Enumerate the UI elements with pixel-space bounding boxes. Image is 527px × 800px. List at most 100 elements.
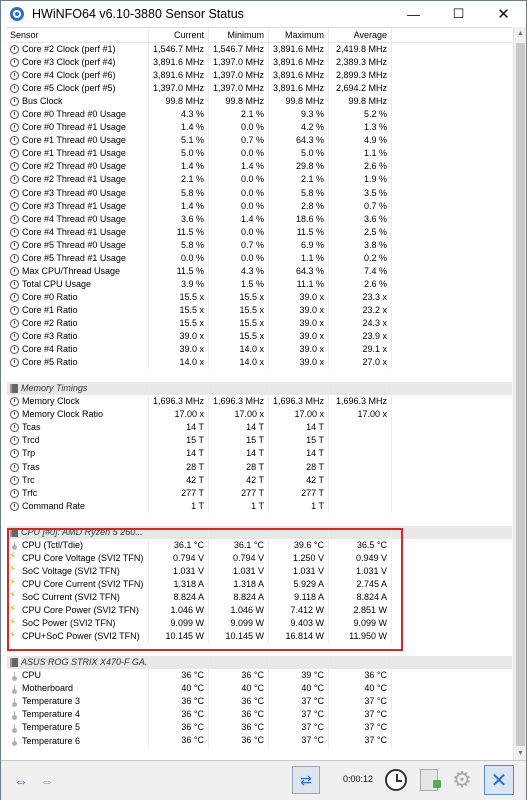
row-filler (392, 317, 512, 330)
row-filler (392, 487, 512, 500)
table-row[interactable]: Memory Clock Ratio 17.00 x 17.00 x 17.00 x1… (7, 408, 512, 422)
table-row[interactable]: Core #5 Thread #0 Usage 5.8 % 0.7 % 6.9 % 3.… (7, 238, 512, 252)
sensor-name-cell: CPU Core Power (SVI2 TFN) (7, 604, 149, 618)
clock-icon (10, 214, 19, 224)
column-header-current[interactable]: Current (149, 28, 209, 42)
current-value: 14.0 x (149, 356, 209, 370)
column-header-minimum[interactable]: Minimum (209, 28, 269, 42)
table-row[interactable]: Trp 14 T 14 T 14 T (7, 447, 512, 461)
table-row[interactable]: Core #4 Thread #0 Usage 3.6 % 1.4 % 18.6 % 3… (7, 212, 512, 226)
row-filler (392, 630, 512, 643)
table-row[interactable]: Temperature 3 36 °C 36 °C 37 °C 37 °C (7, 695, 512, 709)
table-row[interactable]: CPU (Tctl/Tdie) 36.1 °C 36.1 °C 39.6 °C 36.5… (7, 538, 512, 552)
table-row[interactable]: CPU 36 °C 36 °C 39 °C 36 °C (7, 669, 512, 683)
average-value: 8.824 A (329, 590, 392, 605)
table-row[interactable]: Trc 42 T 42 T 42 T (7, 473, 512, 487)
table-row[interactable]: CPU Core Current (SVI2 TFN) 1.318 A1.318 … (7, 577, 512, 591)
table-row[interactable]: CPU+SoC Power (SVI2 TFN) 10.145 W10.145 W… (7, 630, 512, 644)
sensor-group-header[interactable]: ASUS ROG STRIX X470-F GA... (7, 656, 512, 670)
sensor-group-header[interactable]: Memory Timings (7, 382, 512, 396)
table-row[interactable]: Core #2 Clock (perf #1) 1,546.7 MHz 1,546.… (7, 43, 512, 57)
row-filler (392, 330, 512, 343)
title-bar[interactable]: HWiNFO64 v6.10-3880 Sensor Status — ☐ ✕ (1, 1, 526, 27)
table-row[interactable]: Temperature 4 36 °C 36 °C 37 °C 37 °C (7, 708, 512, 722)
table-row[interactable]: Core #4 Clock (perf #6) 3,891.6 MHz 1,397.… (7, 69, 512, 83)
table-row[interactable]: Trfc 277 T 277 T 277 T (7, 486, 512, 500)
maximum-value: 14 T (269, 447, 329, 461)
table-row[interactable]: Core #2 Thread #1 Usage 2.1 % 0.0 % 2.1 % 1.… (7, 173, 512, 187)
maximum-value: 1 T (269, 499, 329, 513)
table-row[interactable]: Total CPU Usage 3.9 % 1.5 % 11.1 % 2.6 % (7, 277, 512, 291)
table-row[interactable]: Temperature 6 36 °C 36 °C 37 °C 37 °C (7, 734, 512, 748)
average-value: 37 °C (329, 708, 392, 722)
scroll-up-arrow-icon[interactable]: ▲ (514, 27, 527, 40)
sensor-group-header[interactable]: CPU [#0]: AMD Ryzen 5 260... (7, 525, 512, 539)
close-sensors-icon[interactable]: ✕ (484, 765, 514, 795)
network-sensors-icon[interactable]: ⇄ (292, 766, 320, 794)
table-row[interactable]: Bus Clock 99.8 MHz 99.8 MHz 99.8 MHz 99.8 MH… (7, 95, 512, 109)
table-row[interactable]: CPU Core Voltage (SVI2 TFN) 0.794 V0.794 … (7, 551, 512, 565)
table-row[interactable]: Max CPU/Thread Usage 11.5 % 4.3 % 64.3 % 7.4… (7, 264, 512, 278)
maximum-value: 7.412 W (269, 604, 329, 618)
sensor-table[interactable]: Sensor Current Minimum Maximum Average C… (7, 27, 512, 760)
table-row[interactable]: Core #5 Thread #1 Usage 0.0 % 0.0 % 1.1 % 0.… (7, 251, 512, 265)
vertical-scrollbar[interactable]: ▲ ▼ (513, 27, 526, 760)
table-row[interactable]: Core #3 Ratio 39.0 x 15.5 x 39.0 x 23.9 x (7, 330, 512, 344)
table-row[interactable]: Core #3 Thread #1 Usage 1.4 % 0.0 % 2.8 % 0.… (7, 199, 512, 213)
table-row[interactable]: SoC Power (SVI2 TFN)9.099 W9.099 W9.403 … (7, 617, 512, 631)
column-header-average[interactable]: Average (329, 28, 392, 42)
table-row[interactable]: Tras 28 T 28 T 28 T (7, 460, 512, 474)
table-row[interactable]: Core #4 Ratio 39.0 x 14.0 x 39.0 x 29.1 x (7, 343, 512, 357)
sensor-name-cell: SoC Current (SVI2 TFN) (7, 590, 149, 605)
table-row[interactable]: Core #5 Ratio 14.0 x 14.0 x 39.0 x 27.0 x (7, 356, 512, 370)
average-value: 17.00 x (329, 408, 392, 422)
clock-icon (10, 266, 19, 276)
column-header-sensor[interactable]: Sensor (7, 28, 149, 42)
average-value: 1.031 V (329, 564, 392, 578)
table-row[interactable]: CPU Core Power (SVI2 TFN)1.046 W1.046 W7… (7, 604, 512, 618)
table-row[interactable]: Motherboard 40 °C 40 °C 40 °C 40 °C (7, 682, 512, 696)
sensor-label: Command Rate (22, 500, 86, 511)
table-row[interactable]: Core #1 Ratio 15.5 x 15.5 x 39.0 x 23.2 x (7, 303, 512, 317)
scrollbar-thumb[interactable] (516, 43, 525, 746)
minimum-value: 15 T (209, 434, 269, 448)
minimize-button[interactable]: — (391, 1, 436, 27)
table-row[interactable]: Temperature 5 36 °C 36 °C 37 °C 37 °C (7, 721, 512, 735)
table-row[interactable]: Core #3 Clock (perf #4) 3,891.6 MHz 1,397.… (7, 56, 512, 70)
table-row[interactable]: Core #0 Thread #1 Usage 1.4 % 0.0 % 4.2 % 1.… (7, 121, 512, 135)
settings-gear-icon[interactable]: ⚙ (448, 766, 476, 794)
table-row[interactable]: Command Rate 1 T1 T1 T (7, 499, 512, 513)
scroll-down-arrow-icon[interactable]: ▼ (514, 747, 527, 760)
table-row[interactable]: SoC Voltage (SVI2 TFN)1.031 V1.031 V1.03… (7, 564, 512, 578)
table-row[interactable]: Core #1 Thread #0 Usage 5.1 % 0.7 % 64.3 % 4… (7, 134, 512, 148)
sensor-name-cell: Core #5 Clock (perf #5) (7, 82, 149, 96)
table-row[interactable]: Core #2 Thread #0 Usage 1.4 % 1.4 % 29.8 % 2… (7, 160, 512, 174)
current-value: 2.1 % (149, 173, 209, 187)
navigate-left-right-icon[interactable]: ⇔ (9, 768, 33, 794)
table-row[interactable]: Trcd 15 T 15 T 15 T (7, 434, 512, 448)
close-button[interactable]: ✕ (481, 1, 526, 27)
log-file-icon[interactable] (417, 766, 441, 794)
table-row[interactable]: Core #0 Thread #0 Usage 4.3 % 2.1 % 9.3 % 5.… (7, 108, 512, 122)
current-value: 14 T (149, 447, 209, 461)
maximize-button[interactable]: ☐ (436, 1, 481, 27)
clock-icon (10, 149, 19, 159)
clock-reset-icon[interactable] (382, 765, 410, 795)
table-row[interactable]: Tcas 14 T 14 T 14 T (7, 421, 512, 435)
column-header-maximum[interactable]: Maximum (269, 28, 329, 42)
table-row[interactable]: Core #2 Ratio 15.5 x 15.5 x 39.0 x 24.3 x (7, 316, 512, 331)
table-row[interactable]: SoC Current (SVI2 TFN)8.824 A8.824 A9.11… (7, 590, 512, 605)
table-row[interactable]: Core #5 Clock (perf #5) 1,397.0 MHz 1,397.… (7, 82, 512, 96)
table-row[interactable]: Core #3 Thread #0 Usage 5.8 % 0.0 % 5.8 % 3.… (7, 186, 512, 200)
row-filler (392, 708, 512, 721)
table-row[interactable]: Core #1 Thread #1 Usage 5.0 % 0.0 % 5.0 % 1.… (7, 147, 512, 161)
maximum-value: 3,891.6 MHz (269, 56, 329, 70)
sensor-label: ASUS ROG STRIX X470-F GA... (21, 657, 148, 668)
row-filler (392, 539, 512, 552)
table-row[interactable]: Core #4 Thread #1 Usage 11.5 % 0.0 % 11.5 %… (7, 225, 512, 239)
average-value: 5.2 % (329, 108, 392, 122)
table-row[interactable]: Core #0 Ratio 15.5 x 15.5 x 39.0 x 23.3 x (7, 290, 512, 304)
navigate-next-icon[interactable]: ⇔ (35, 768, 59, 794)
table-row[interactable]: Memory Clock 1,696.3 MHz 1,696.3 MHz 1,696.… (7, 395, 512, 409)
sensor-label: SoC Power (SVI2 TFN) (22, 618, 116, 629)
